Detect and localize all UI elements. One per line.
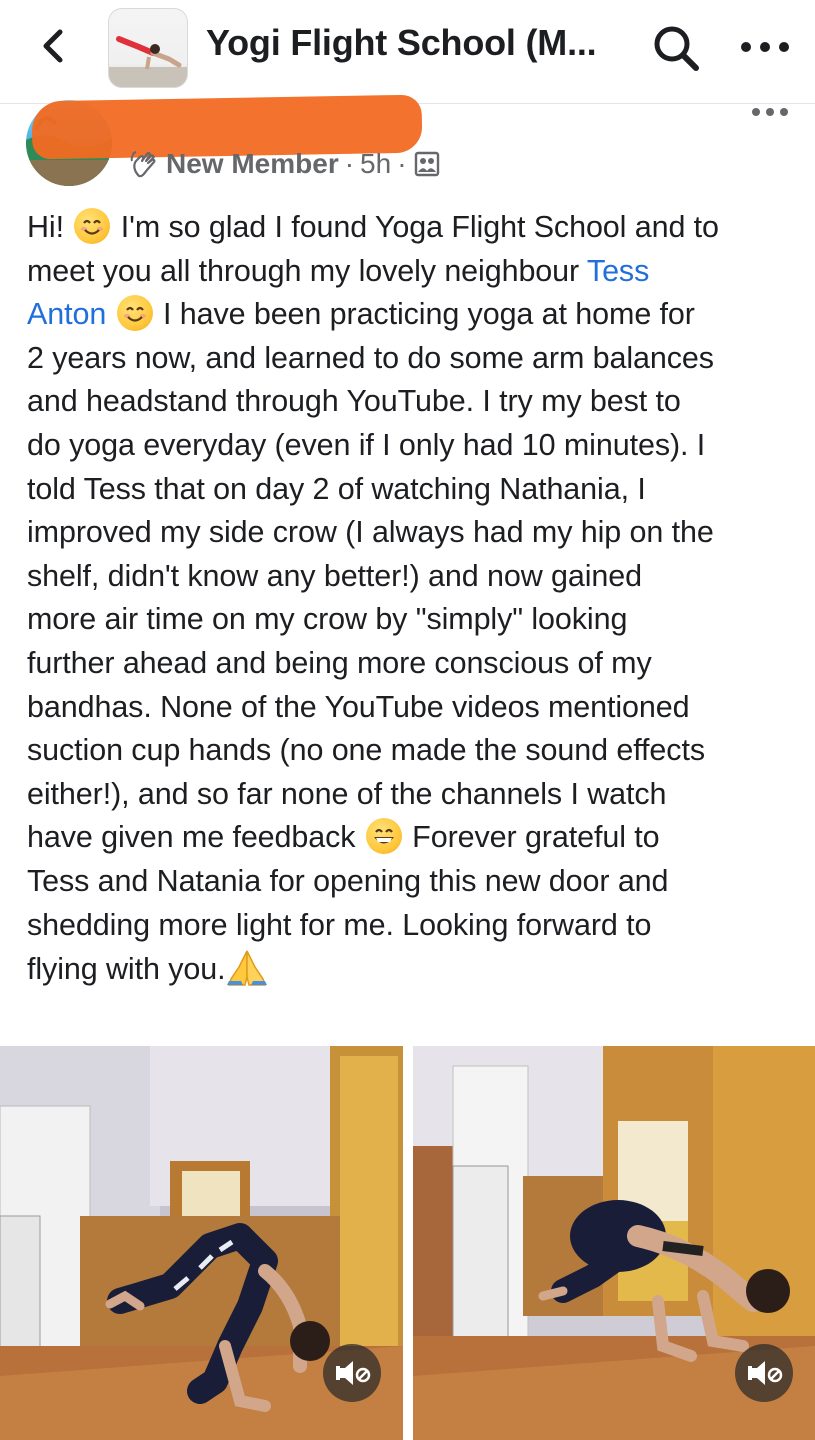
post-text-line: shedding more light for me. Looking forw… bbox=[27, 904, 797, 948]
more-dots-icon[interactable] bbox=[738, 22, 792, 72]
wave-hand-icon bbox=[130, 151, 156, 178]
search-icon[interactable] bbox=[650, 22, 702, 74]
post-text-segment: flying with you. bbox=[27, 952, 226, 987]
post-text-segment: 2 years now, and learned to do some arm … bbox=[27, 340, 714, 375]
post-text-line: further ahead and being more conscious o… bbox=[27, 642, 797, 686]
member-badge: New Member bbox=[166, 148, 339, 179]
post-text-line: Anton I have been practicing yoga at hom… bbox=[27, 293, 797, 337]
post-text-segment: Hi! bbox=[27, 210, 73, 244]
post-text-segment: I have been practicing yoga at home for bbox=[154, 297, 695, 332]
post-text-line: do yoga everyday (even if I only had 10 … bbox=[27, 424, 797, 468]
post-text-line: meet you all through my lovely neighbour… bbox=[27, 250, 797, 294]
smile-emoji bbox=[116, 295, 153, 332]
post-text-segment: shedding more light for me. Looking forw… bbox=[27, 907, 652, 942]
post-options-icon[interactable] bbox=[748, 104, 792, 124]
mute-toggle-button-2[interactable] bbox=[735, 1344, 793, 1402]
post-text-line: suction cup hands (no one made the sound… bbox=[27, 729, 797, 773]
post-text-line: bandhas. None of the YouTube videos ment… bbox=[27, 686, 797, 730]
post-header: New Member · 5h · bbox=[0, 94, 815, 190]
group-thumbnail-image bbox=[109, 36, 187, 87]
group-title[interactable]: Yogi Flight School (M... bbox=[206, 22, 616, 64]
post-text-line: either!), and so far none of the channel… bbox=[27, 773, 797, 817]
meta-separator-1: · bbox=[344, 148, 355, 179]
post-text-segment: and headstand through YouTube. I try my … bbox=[27, 384, 681, 419]
post-text-line: more air time on my crow by "simply" loo… bbox=[27, 598, 797, 642]
post-text-segment: told Tess that on day 2 of watching Nath… bbox=[27, 471, 646, 506]
pray-emoji bbox=[227, 950, 268, 986]
back-arrow-icon[interactable] bbox=[34, 26, 74, 66]
post-text-line: and headstand through YouTube. I try my … bbox=[27, 380, 797, 424]
post-text-line: flying with you. bbox=[27, 947, 797, 992]
group-audience-icon bbox=[414, 151, 439, 177]
post-text-segment: Tess and Natania for opening this new do… bbox=[27, 863, 669, 898]
post-text-segment: further ahead and being more conscious o… bbox=[27, 645, 652, 680]
post-text-segment: either!), and so far none of the channel… bbox=[27, 776, 667, 811]
post-text-line: 2 years now, and learned to do some arm … bbox=[27, 337, 797, 381]
post-text-segment: improved my side crow (I always had my h… bbox=[27, 515, 714, 550]
post-text-segment: suction cup hands (no one made the sound… bbox=[27, 733, 705, 768]
post-text-line: shelf, didn't know any better!) and now … bbox=[27, 555, 797, 599]
post-video-2[interactable] bbox=[413, 1046, 815, 1440]
post-text-line: told Tess that on day 2 of watching Nath… bbox=[27, 468, 797, 512]
post-text: Hi! I'm so glad I found Yoga Flight Scho… bbox=[27, 206, 797, 992]
post-text-line: have given me feedback Forever grateful … bbox=[27, 816, 797, 860]
muted-volume-icon bbox=[336, 1361, 371, 1385]
post-video-1[interactable] bbox=[0, 1046, 403, 1440]
mention-link[interactable]: Anton bbox=[27, 297, 106, 331]
post-time[interactable]: 5h bbox=[360, 148, 391, 180]
post-text-segment: have given me feedback bbox=[27, 820, 364, 855]
mention-link[interactable]: Tess bbox=[587, 254, 649, 288]
mute-toggle-button-1[interactable] bbox=[323, 1344, 381, 1402]
smile-emoji bbox=[74, 208, 111, 244]
group-thumbnail[interactable] bbox=[108, 8, 188, 88]
post-text-line: Hi! I'm so glad I found Yoga Flight Scho… bbox=[27, 206, 797, 250]
post-text-segment: bandhas. None of the YouTube videos ment… bbox=[27, 689, 690, 724]
post-text-segment: shelf, didn't know any better!) and now … bbox=[27, 558, 643, 593]
post-text-segment: more air time on my crow by "simply" loo… bbox=[27, 602, 628, 637]
post-text-segment bbox=[106, 297, 114, 331]
post-text-line: improved my side crow (I always had my h… bbox=[27, 511, 797, 555]
muted-volume-icon bbox=[748, 1361, 783, 1385]
post-text-segment: I'm so glad I found Yoga Flight School a… bbox=[112, 210, 719, 244]
post-text-segment: Forever grateful to bbox=[403, 820, 660, 855]
post-text-segment: meet you all through my lovely neighbour bbox=[27, 253, 587, 288]
top-bar: Yogi Flight School (M... bbox=[0, 0, 815, 104]
post-meta: New Member · 5h · bbox=[130, 148, 441, 180]
meta-separator-2: · bbox=[397, 148, 407, 179]
post-text-segment: do yoga everyday (even if I only had 10 … bbox=[27, 427, 706, 462]
post-text-line: Tess and Natania for opening this new do… bbox=[27, 860, 797, 904]
grin-emoji bbox=[365, 818, 402, 855]
